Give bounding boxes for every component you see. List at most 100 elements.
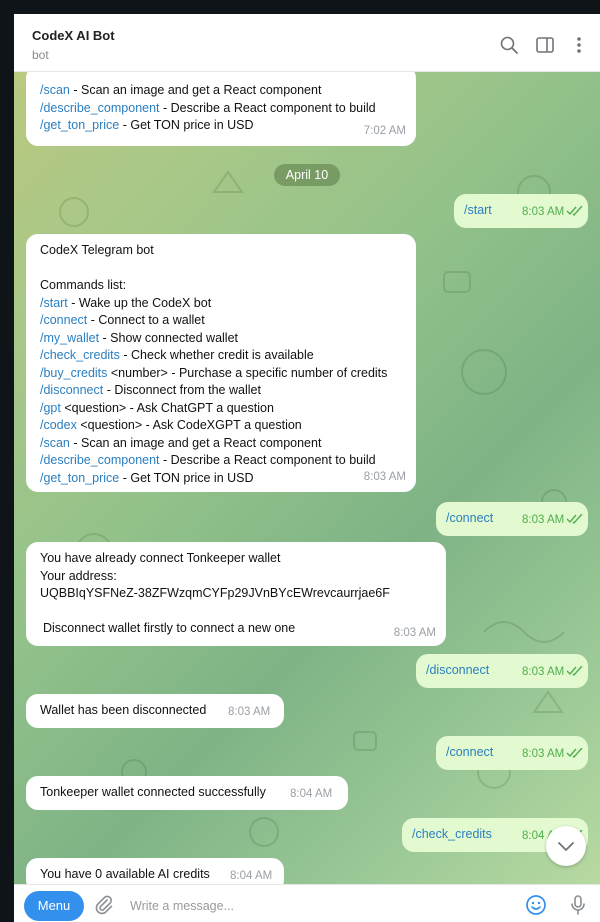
message-time: 8:04 AM xyxy=(230,870,273,882)
command-line: /start - Wake up the CodeX bot xyxy=(40,295,402,313)
bot-message-disconnected: Wallet has been disconnected 8:03 AM xyxy=(26,694,284,728)
command-line: /scan - Scan an image and get a React co… xyxy=(40,435,402,453)
command-link[interactable]: /buy_credits xyxy=(40,366,107,380)
message-text: /connect xyxy=(446,745,494,759)
command-line: /check_credits - Check whether credit is… xyxy=(40,347,402,365)
emoji-icon[interactable] xyxy=(524,893,548,917)
command-line: /my_wallet - Show connected wallet xyxy=(40,330,402,348)
command-link[interactable]: /get_ton_price xyxy=(40,118,119,132)
bot-message-commands: CodeX Telegram bot Commands list: /start… xyxy=(26,234,416,492)
message-time: 8:03 AM xyxy=(228,706,271,718)
command-link[interactable]: /codex xyxy=(40,418,77,432)
command-description: - Show connected wallet xyxy=(99,330,239,345)
command-line: /disconnect - Disconnect from the wallet xyxy=(40,382,402,400)
command-link[interactable]: /scan xyxy=(40,436,70,450)
command-line: /scan - Scan an image and get a React co… xyxy=(40,82,402,100)
bot-message-wallet-connected: You have already connect Tonkeeper walle… xyxy=(26,542,446,646)
attach-icon[interactable] xyxy=(92,893,116,917)
command-description: - Describe a React component to build xyxy=(159,453,376,467)
message-time: 8:03 AM xyxy=(522,206,565,218)
message-text: Disconnect wallet firstly to connect a n… xyxy=(43,621,296,635)
command-link[interactable]: /connect xyxy=(40,313,87,327)
command-line: /codex <question> - Ask CodeXGPT a quest… xyxy=(40,417,402,435)
command-description: - Scan an image and get a React componen… xyxy=(69,435,322,450)
chat-header: CodeX AI Bot bot xyxy=(14,14,600,72)
command-description: - Disconnect from the wallet xyxy=(103,383,261,397)
telegram-window: CodeX AI Bot bot /scan - Scan an image a… xyxy=(14,14,600,922)
chat-subtitle: bot xyxy=(32,48,49,62)
message-input[interactable] xyxy=(130,895,510,917)
command-description: - Scan an image and get a React componen… xyxy=(69,83,322,97)
message-subheading: Commands list: xyxy=(40,278,127,292)
command-description: - Get TON price in USD xyxy=(119,470,254,485)
message-time: 8:03 AM xyxy=(522,748,565,760)
read-ticks-icon xyxy=(566,748,583,758)
command-line: /describe_component - Describe a React c… xyxy=(40,100,402,118)
message-text: Tonkeeper wallet connected successfully xyxy=(40,785,266,799)
command-link[interactable]: /describe_component xyxy=(40,453,160,467)
command-link[interactable]: /my_wallet xyxy=(40,331,99,345)
message-time: 8:03 AM xyxy=(522,514,565,526)
command-description: - Describe a React component to build xyxy=(159,100,376,115)
message-text: Your address: xyxy=(40,568,117,583)
command-line: /connect - Connect to a wallet xyxy=(40,312,402,330)
message-text: /check_credits xyxy=(412,827,492,841)
user-message-disconnect: /disconnect 8:03 AM xyxy=(416,654,588,688)
message-list[interactable]: /scan - Scan an image and get a React co… xyxy=(14,72,600,884)
message-composer: Menu xyxy=(14,884,600,922)
message-text: /start xyxy=(464,203,492,217)
command-link[interactable]: /start xyxy=(40,296,68,310)
user-message-start: /start 8:03 AM xyxy=(454,194,588,228)
command-description: <question> - Ask ChatGPT a question xyxy=(60,400,274,415)
menu-button[interactable]: Menu xyxy=(24,891,84,921)
command-link[interactable]: /get_ton_price xyxy=(40,471,119,485)
message-text: You have 0 available AI credits xyxy=(40,867,210,881)
chat-title[interactable]: CodeX AI Bot xyxy=(32,28,115,43)
command-line: /buy_credits <number> - Purchase a speci… xyxy=(40,365,402,383)
command-line: /get_ton_price - Get TON price in USD xyxy=(40,117,402,135)
read-ticks-icon xyxy=(566,514,583,524)
command-description: - Wake up the CodeX bot xyxy=(67,295,212,310)
bot-message-connected: Tonkeeper wallet connected successfully … xyxy=(26,776,348,810)
more-vertical-icon[interactable] xyxy=(568,34,590,56)
date-separator: April 10 xyxy=(274,164,340,186)
user-message-connect: /connect 8:03 AM xyxy=(436,736,588,770)
message-time: 8:04 AM xyxy=(290,788,333,800)
sidebar-toggle-icon[interactable] xyxy=(534,34,556,56)
message-text: /disconnect xyxy=(426,663,490,677)
bot-message-commands-partial: /scan - Scan an image and get a React co… xyxy=(26,72,416,146)
command-link[interactable]: /scan xyxy=(40,83,70,97)
user-message-connect: /connect 8:03 AM xyxy=(436,502,588,536)
bot-message-credits: You have 0 available AI credits 8:04 AM xyxy=(26,858,284,884)
read-ticks-icon xyxy=(566,666,583,676)
message-time: 8:03 AM xyxy=(393,626,436,639)
microphone-icon[interactable] xyxy=(566,893,590,917)
command-description: - Connect to a wallet xyxy=(87,313,205,327)
command-description: - Check whether credit is available xyxy=(119,348,314,362)
scroll-to-bottom-button[interactable] xyxy=(546,826,586,866)
wallet-address: UQBBIqYSFNeZ-38ZFWzqmCYFp29JVnBYcEWrevca… xyxy=(40,586,390,600)
message-time: 8:03 AM xyxy=(522,666,565,678)
command-description: <number> - Purchase a specific number of… xyxy=(107,365,388,380)
command-description: <question> - Ask CodeXGPT a question xyxy=(76,418,302,432)
read-ticks-icon xyxy=(566,206,583,216)
command-description: - Get TON price in USD xyxy=(119,118,254,132)
command-link[interactable]: /disconnect xyxy=(40,383,103,397)
message-text: You have already connect Tonkeeper walle… xyxy=(40,551,281,565)
command-line: /describe_component - Describe a React c… xyxy=(40,452,402,470)
message-heading: CodeX Telegram bot xyxy=(40,243,154,257)
command-line: /gpt <question> - Ask ChatGPT a question xyxy=(40,400,402,418)
command-link[interactable]: /check_credits xyxy=(40,348,120,362)
message-time: 7:02 AM xyxy=(363,124,406,137)
command-link[interactable]: /gpt xyxy=(40,401,61,415)
message-text: Wallet has been disconnected xyxy=(40,703,207,717)
commands-list: /start - Wake up the CodeX bot/connect -… xyxy=(40,295,402,488)
chevron-down-icon xyxy=(558,842,574,851)
message-time: 8:03 AM xyxy=(363,470,406,483)
search-icon[interactable] xyxy=(498,34,520,56)
command-link[interactable]: /describe_component xyxy=(40,101,160,115)
message-text: /connect xyxy=(446,511,494,525)
command-line: /get_ton_price - Get TON price in USD xyxy=(40,470,402,488)
